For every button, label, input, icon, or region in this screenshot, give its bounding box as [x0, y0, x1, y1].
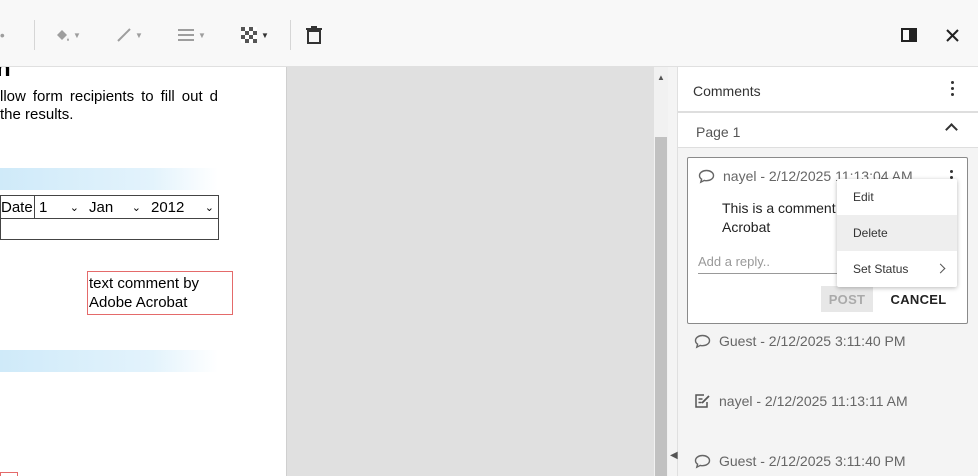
chevron-right-icon — [935, 263, 946, 274]
annotation-fragment[interactable] — [0, 472, 18, 476]
pdf-page[interactable]: n llow form recipients to fill out d the… — [0, 67, 287, 476]
chevron-down-icon: ▼ — [73, 30, 81, 40]
stroke-color-button[interactable]: ▼ — [116, 22, 143, 48]
panel-title: Comments — [693, 83, 761, 99]
day-value: 1 — [39, 198, 48, 216]
toggle-panel-button[interactable] — [901, 22, 917, 48]
menu-item-label: Delete — [853, 226, 888, 240]
comment-list-item[interactable]: Guest - 2/12/2025 3:11:40 PM — [694, 453, 906, 469]
menu-item-set-status[interactable]: Set Status — [837, 251, 957, 287]
close-button[interactable] — [946, 22, 959, 48]
comment-author-date: nayel - 2/12/2025 11:13:11 AM — [719, 393, 908, 409]
toolbar-divider — [34, 20, 35, 50]
comment-author-date: Guest - 2/12/2025 3:11:40 PM — [719, 453, 906, 469]
line-thickness-icon — [178, 29, 194, 41]
panel-more-options-icon[interactable] — [951, 81, 954, 96]
date-label-text: Date — [1, 198, 33, 216]
text-comment-annotation[interactable]: text comment by Adobe Acrobat — [87, 271, 233, 315]
day-select[interactable]: 1 ⌄ — [39, 196, 83, 218]
date-label: Date — [1, 196, 34, 218]
comment-author-date: Guest - 2/12/2025 3:11:40 PM — [719, 333, 906, 349]
year-value: 2012 — [151, 198, 185, 216]
fill-color-icon — [57, 30, 69, 41]
menu-item-label: Edit — [853, 190, 874, 204]
scroll-up-arrow-icon[interactable]: ▲ — [657, 73, 665, 82]
collapse-arrow-icon[interactable]: ◀ — [670, 450, 678, 461]
delete-icon — [306, 26, 322, 44]
month-value: Jan — [89, 198, 114, 216]
form-row: Date 1 ⌄ Jan ⌄ 2012 ⌄ — [1, 196, 218, 219]
post-button[interactable]: POST — [821, 286, 873, 312]
comment-bubble-icon — [694, 334, 711, 349]
chevron-down-icon: ▼ — [135, 30, 143, 40]
toolbar-divider — [290, 20, 291, 50]
toggle-panel-icon — [901, 28, 917, 42]
chevron-down-icon: ⌄ — [131, 201, 141, 214]
fill-color-button[interactable]: ▼ — [54, 22, 81, 48]
document-scrollbar[interactable]: ▲ — [654, 67, 668, 476]
chevron-up-icon[interactable] — [945, 123, 958, 136]
line-thickness-button[interactable]: ▼ — [177, 22, 206, 48]
comment-context-menu: Edit Delete Set Status — [837, 179, 957, 287]
comment-list-item[interactable]: nayel - 2/12/2025 11:13:11 AM — [694, 393, 908, 409]
more-tools-button[interactable]: •• — [0, 22, 6, 48]
annotation-toolbar: •• ▼ ▼ ▼ ▼ — [0, 0, 978, 67]
chevron-down-icon: ⌄ — [69, 201, 79, 214]
comment-bubble-icon — [698, 169, 715, 184]
menu-item-edit[interactable]: Edit — [837, 179, 957, 215]
stroke-color-icon — [117, 28, 131, 42]
comments-panel-header: Comments — [678, 67, 978, 112]
delete-annotation-button[interactable] — [305, 22, 323, 48]
page-group-header[interactable]: Page 1 — [678, 112, 978, 148]
opacity-button[interactable]: ▼ — [240, 22, 269, 48]
opacity-icon — [241, 27, 257, 43]
page-heading: n — [0, 67, 11, 83]
cancel-button[interactable]: CANCEL — [886, 286, 951, 312]
menu-item-delete[interactable]: Delete — [837, 215, 957, 251]
cell-divider — [34, 196, 35, 218]
more-dots-icon: •• — [0, 27, 6, 43]
comment-bubble-icon — [694, 454, 711, 469]
panel-resize-gutter[interactable]: ◀ — [668, 67, 678, 476]
close-icon — [946, 28, 959, 42]
form-table: Date 1 ⌄ Jan ⌄ 2012 ⌄ — [0, 195, 219, 240]
chevron-down-icon: ⌄ — [204, 201, 214, 214]
edit-note-icon — [695, 394, 710, 408]
month-select[interactable]: Jan ⌄ — [89, 196, 145, 218]
chevron-down-icon: ▼ — [198, 30, 206, 40]
section-band — [0, 168, 218, 190]
document-viewer[interactable]: n llow form recipients to fill out d the… — [0, 67, 668, 476]
chevron-down-icon: ▼ — [261, 30, 269, 40]
scrollbar-thumb[interactable] — [655, 137, 667, 476]
section-band — [0, 350, 218, 372]
menu-item-label: Set Status — [853, 262, 909, 276]
comment-list-item[interactable]: Guest - 2/12/2025 3:11:40 PM — [694, 333, 906, 349]
page-paragraph: llow form recipients to fill out d the r… — [0, 88, 218, 123]
year-select[interactable]: 2012 ⌄ — [151, 196, 218, 218]
page-group-label: Page 1 — [696, 124, 741, 140]
